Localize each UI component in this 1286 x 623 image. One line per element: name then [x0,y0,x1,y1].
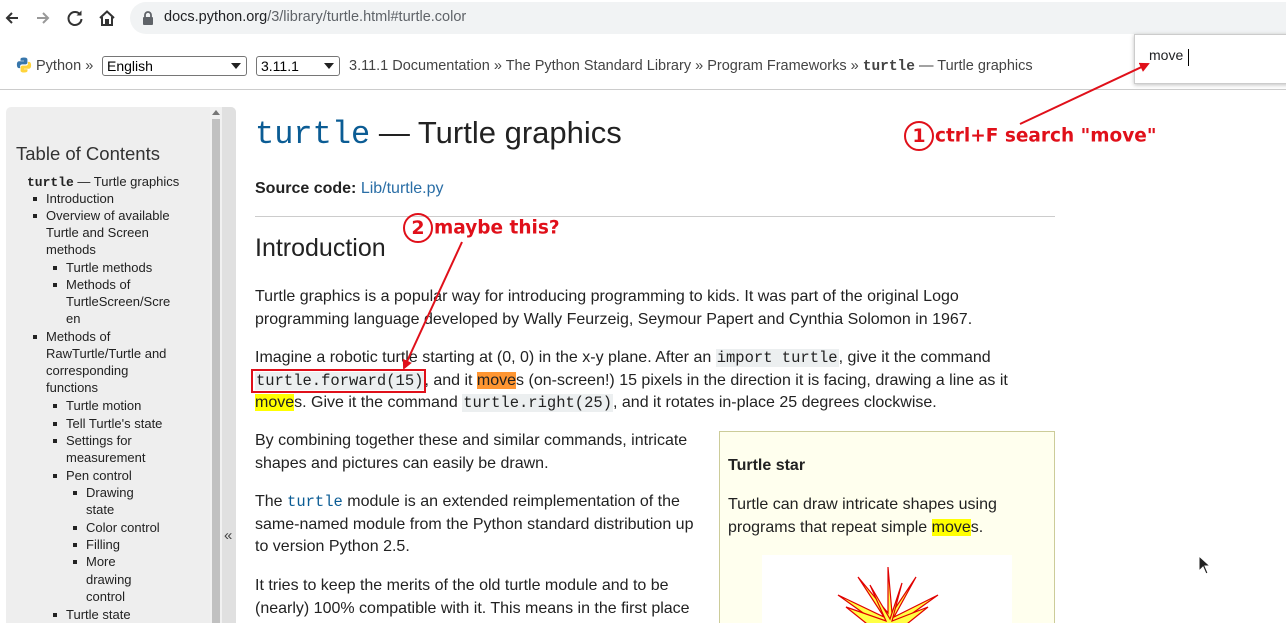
intro-paragraph-1: Turtle graphics is a popular way for int… [255,288,973,328]
toc-item-pen-control[interactable]: Pen control [66,467,132,484]
related-bar: Python » English 3.11.1 3.11.1 Documenta… [0,36,1286,90]
toc-item-turtle-methods[interactable]: Turtle methods [66,259,152,276]
source-link[interactable]: Lib/turtle.py [361,180,444,197]
star-drawing-icon [837,566,939,623]
toc-item-rawturtle-line3[interactable]: corresponding [46,362,128,379]
toc-item-filling[interactable]: Filling [86,536,120,553]
sidebar-scrollbar-thumb[interactable] [212,119,220,623]
mouse-cursor-icon [1198,554,1212,580]
toc-title: Table of Contents [16,143,160,164]
turtle-star-text: Turtle can draw intricate shapes using p… [728,496,997,536]
toc-item-screen-methods[interactable]: Methods of [66,276,130,293]
toc-item-overview-line2[interactable]: Turtle and Screen [46,224,149,241]
toc-item-turtle-state-2[interactable]: Turtle state [66,606,131,623]
highlight-box [251,369,426,393]
find-bar [1134,34,1286,84]
bullet-icon [53,404,57,408]
bullet-icon [73,543,77,547]
turtle-star-sidebar: Turtle star Turtle can draw intricate sh… [719,431,1055,623]
toc-item-drawing-state-line2[interactable]: state [86,501,114,518]
breadcrumb-frameworks[interactable]: Program Frameworks [707,58,846,74]
bullet-icon [53,283,57,287]
toc-item-drawing-state[interactable]: Drawing [86,484,134,501]
bullet-icon [33,335,37,339]
breadcrumb-stdlib[interactable]: The Python Standard Library [506,58,691,74]
toc-item-overview-line3[interactable]: methods [46,241,96,258]
toc-item-screen-methods-line2[interactable]: TurtleScreen/Scre [66,293,170,310]
toc-item-overview[interactable]: Overview of available [46,207,170,224]
toc-item-rawturtle[interactable]: Methods of [46,328,110,345]
intro-paragraph-5: It tries to keep the merits of the old t… [255,577,690,617]
search-match: move [931,518,971,536]
turtle-star-title: Turtle star [728,457,806,474]
python-home-link[interactable]: Python » [36,58,93,74]
breadcrumb: 3.11.1 Documentation » The Python Standa… [349,58,1033,75]
chevron-down-icon [324,63,334,69]
toc-item-more-drawing-line3[interactable]: control [86,588,125,605]
toc-item-screen-methods-line3[interactable]: en [66,310,80,327]
forward-icon[interactable] [31,6,55,30]
bullet-icon [53,613,57,617]
toc-item-more-drawing-line2[interactable]: drawing [86,571,132,588]
turtle-star-image [762,555,1012,623]
breadcrumb-current-text: — Turtle graphics [919,58,1033,74]
bullet-icon [73,560,77,564]
address-bar[interactable]: docs.python.org/3/library/turtle.html#tu… [130,2,1286,34]
source-code-line: Source code: Lib/turtle.py [255,180,444,197]
python-logo-icon [16,57,32,78]
page-title: turtle — Turtle graphics [255,115,622,153]
version-select[interactable]: 3.11.1 [256,56,340,76]
bullet-icon [33,197,37,201]
search-match: move [255,394,295,411]
browser-toolbar: docs.python.org/3/library/turtle.html#tu… [0,0,1286,36]
bullet-icon [73,526,77,530]
toc-item-settings[interactable]: Settings for [66,432,132,449]
breadcrumb-current-code: turtle [862,59,915,75]
bullet-icon [53,439,57,443]
section-heading: Introduction [255,234,386,262]
language-select[interactable]: English [102,56,247,76]
toc-item-settings-line2[interactable]: measurement [66,449,145,466]
bullet-icon [33,214,37,218]
find-input[interactable] [1149,47,1279,63]
toc-item-turtle-motion[interactable]: Turtle motion [66,397,141,414]
toc-item-more-drawing[interactable]: More [86,553,116,570]
scroll-up-icon[interactable] [212,110,220,115]
divider [255,216,1055,217]
current-search-match: move [476,371,517,389]
text-caret [1188,49,1189,66]
reload-icon[interactable] [63,6,87,30]
sidebar-collapse-button[interactable]: « [222,107,236,623]
back-icon[interactable] [0,6,24,30]
chevron-down-icon [231,63,241,69]
annotation-1: 1 ctrl+F search "move" [904,121,1156,151]
url-text: docs.python.org/3/library/turtle.html#tu… [164,9,467,25]
breadcrumb-docs[interactable]: 3.11.1 Documentation [349,58,490,74]
intro-paragraph-3: By combining together these and similar … [255,432,688,472]
toc-item-rawturtle-line4[interactable]: functions [46,379,98,396]
inline-code: import turtle [715,349,839,367]
bullet-icon [53,474,57,478]
home-icon[interactable] [95,6,119,30]
intro-paragraph-4: The turtle module is an extended reimple… [255,493,694,555]
collapse-chevron-icon: « [224,527,233,544]
bullet-icon [53,266,57,270]
toc-item-turtle[interactable]: turtle — Turtle graphics [27,173,179,191]
toc-item-color-control[interactable]: Color control [86,519,160,536]
lock-icon [142,11,156,25]
sidebar: Table of Contents turtle — Turtle graphi… [6,107,236,623]
bullet-icon [53,422,57,426]
toc-item-turtle-state[interactable]: Tell Turtle's state [66,415,162,432]
annotation-2: 2 maybe this? [403,213,560,243]
inline-code: turtle.right(25) [462,394,614,412]
toc-item-introduction[interactable]: Introduction [46,190,114,207]
bullet-icon [73,491,77,495]
toc-item-rawturtle-line2[interactable]: RawTurtle/Turtle and [46,345,166,362]
